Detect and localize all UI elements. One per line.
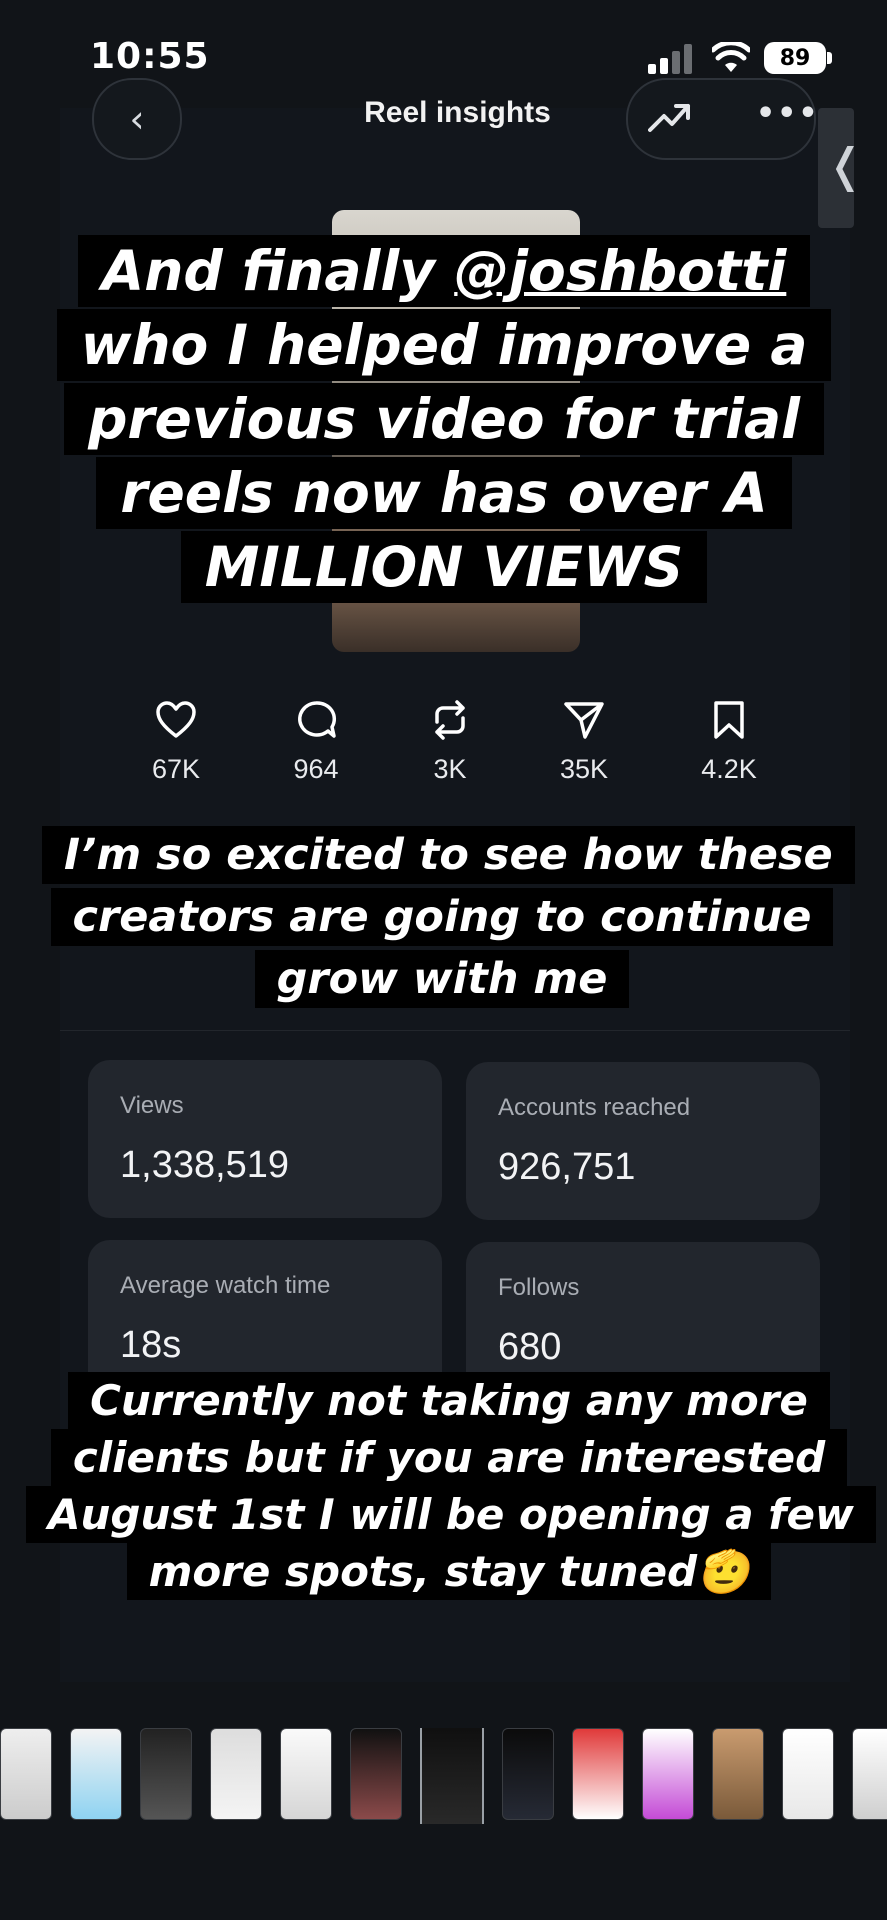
views-card[interactable]: Views 1,338,519 xyxy=(88,1060,442,1218)
cellular-signal-icon xyxy=(648,44,692,74)
battery-tip xyxy=(827,52,832,64)
story-thumbnail[interactable] xyxy=(782,1728,834,1820)
story-thumbnail[interactable] xyxy=(140,1728,192,1820)
story-thumbnail[interactable] xyxy=(502,1728,554,1820)
story-caption-3: Currently not taking any more clients bu… xyxy=(26,1372,876,1600)
views-label: Views xyxy=(120,1092,184,1119)
story-thumbnail-strip xyxy=(0,1728,887,1824)
story-caption-2: I’m so excited to see how these creators… xyxy=(42,824,855,1010)
shares-count: 35K xyxy=(559,754,609,784)
reposts-stat: 3K xyxy=(390,700,510,785)
comments-count: 964 xyxy=(293,754,339,784)
story-caption-1: And finally @joshbotti who I helped impr… xyxy=(24,234,864,604)
story-thumbnail[interactable] xyxy=(280,1728,332,1820)
story-thumbnail[interactable] xyxy=(852,1728,887,1820)
caption-1-pre: And finally xyxy=(101,239,455,303)
likes-count: 67K xyxy=(151,754,201,784)
caption-3-text: Currently not taking any more clients bu… xyxy=(26,1372,876,1600)
caption-1-post: who I helped improve a previous video fo… xyxy=(80,313,808,599)
saves-count: 4.2K xyxy=(701,754,757,784)
story-thumbnail[interactable] xyxy=(0,1728,52,1820)
caption-2-text: I’m so excited to see how these creators… xyxy=(42,826,855,1008)
section-divider xyxy=(60,1030,850,1031)
accounts-reached-label: Accounts reached xyxy=(498,1094,691,1121)
avg-watch-time-value: 18s xyxy=(120,1324,182,1366)
more-options-icon[interactable]: ••• xyxy=(756,96,820,131)
accounts-reached-card[interactable]: Accounts reached 926,751 xyxy=(466,1062,820,1220)
heart-icon xyxy=(156,701,196,738)
page-title: Reel insights xyxy=(364,96,551,129)
comment-icon xyxy=(298,701,337,738)
chevron-left-icon[interactable]: ❬ xyxy=(826,138,865,192)
avg-watch-time-label: Average watch time xyxy=(120,1272,331,1299)
shares-stat: 35K xyxy=(524,700,644,785)
accounts-reached-value: 926,751 xyxy=(498,1146,636,1188)
story-thumbnail[interactable] xyxy=(70,1728,122,1820)
repost-icon xyxy=(435,700,465,740)
follows-value: 680 xyxy=(498,1326,562,1368)
story-thumbnail[interactable] xyxy=(712,1728,764,1820)
story-thumbnail-current[interactable] xyxy=(420,1728,484,1824)
wifi-icon xyxy=(712,42,750,72)
story-thumbnail[interactable] xyxy=(210,1728,262,1820)
trending-up-icon[interactable] xyxy=(648,96,692,136)
saves-stat: 4.2K xyxy=(669,700,789,785)
caption-mention-link[interactable]: @joshbotti xyxy=(454,239,787,303)
likes-stat: 67K xyxy=(116,700,236,785)
share-icon xyxy=(564,702,604,739)
reposts-count: 3K xyxy=(433,754,467,784)
story-thumbnail[interactable] xyxy=(350,1728,402,1820)
story-thumbnail[interactable] xyxy=(642,1728,694,1820)
bookmark-icon xyxy=(714,701,744,739)
battery-indicator: 89 xyxy=(764,42,826,74)
status-time: 10:55 xyxy=(90,36,210,77)
comments-stat: 964 xyxy=(256,700,376,785)
follows-label: Follows xyxy=(498,1274,580,1301)
story-thumbnail[interactable] xyxy=(572,1728,624,1820)
chevron-left-icon: ‹ xyxy=(129,97,145,141)
back-button[interactable]: ‹ xyxy=(92,78,182,160)
views-value: 1,338,519 xyxy=(120,1144,290,1186)
